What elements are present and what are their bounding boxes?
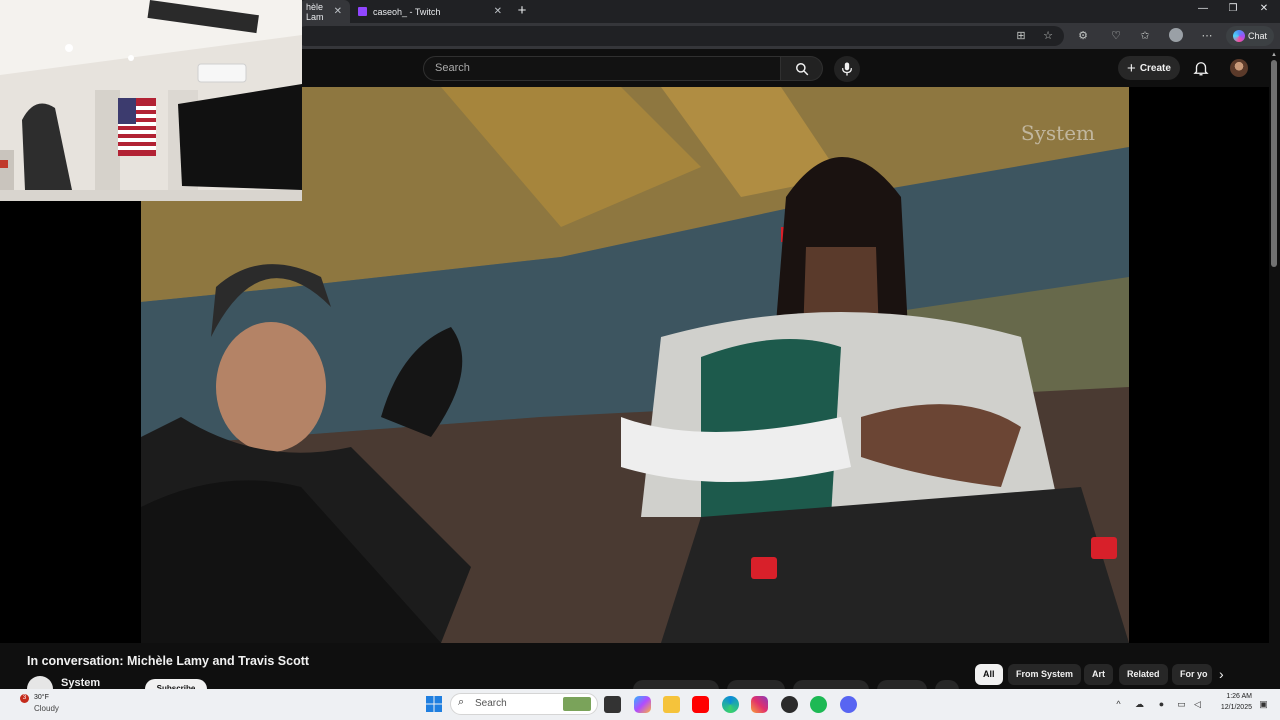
copilot-icon [1232,30,1245,42]
favorites-icon[interactable]: ✩ [1137,28,1153,44]
app-install-icon[interactable]: ⊞ [1013,28,1029,44]
page-scrollbar-thumb[interactable] [1271,60,1277,267]
search-input[interactable]: Search [423,56,781,81]
create-button[interactable]: + Create [1118,56,1180,80]
copilot-chat-button[interactable]: Chat [1226,26,1274,46]
plus-icon: + [1127,59,1136,77]
chip-art[interactable]: Art [1084,664,1113,685]
onedrive-icon[interactable]: ☁ [1134,699,1145,710]
profile-icon[interactable] [1168,28,1184,44]
address-bar[interactable] [296,26,1064,46]
weather-badge: 3 [20,694,29,703]
search-icon: ⌕ [458,696,465,708]
weather-desc: Cloudy [34,704,59,713]
create-label: Create [1139,62,1171,74]
close-icon[interactable]: ✕ [494,6,502,17]
window-close-button[interactable]: ✕ [1252,3,1276,14]
tab-youtube[interactable]: hèle Lam ✕ [300,0,350,23]
clock-date[interactable]: 12/1/2025 [1210,704,1252,711]
channel-name[interactable]: System [61,677,100,689]
youtube-app-icon[interactable] [692,696,709,713]
voice-search-button[interactable] [834,56,860,82]
search-highlight-icon [563,697,591,711]
show-hidden-icons-chevron[interactable]: ^ [1113,699,1124,710]
chat-label: Chat [1247,31,1267,41]
microphone-icon [841,62,853,76]
microphone-tray-icon[interactable]: ● [1156,699,1167,710]
tab-twitch[interactable]: caseoh_ - Twitch ✕ [352,0,510,23]
tab-label: caseoh_ - Twitch [373,6,441,17]
notifications-bell-icon[interactable] [1192,59,1210,77]
weather-temp: 30°F [34,694,49,701]
channel-watermark: System [1020,121,1095,145]
network-icon[interactable]: ▭ [1176,699,1187,710]
discord-icon[interactable] [840,696,857,713]
chip-all[interactable]: All [975,664,1003,685]
edge-browser-icon[interactable] [722,696,739,713]
clock-time[interactable]: 1:26 AM [1214,693,1252,700]
notification-center-icon[interactable]: ▣ [1258,699,1269,710]
tab-label: hèle Lam [306,1,324,22]
spotify-icon[interactable] [810,696,827,713]
browser-essentials-icon[interactable]: ♡ [1108,28,1124,44]
file-explorer-icon[interactable] [663,696,680,713]
instagram-icon[interactable] [751,696,768,713]
taskbar-search-box[interactable]: ⌕ Search [450,693,598,715]
account-avatar[interactable] [1230,59,1248,77]
volume-icon[interactable]: ◁ [1192,699,1203,710]
chip-related[interactable]: Related [1119,664,1168,685]
chrome-app-icon[interactable] [781,696,798,713]
minimize-button[interactable]: — [1191,3,1215,14]
webcam-room-illustration [0,0,302,201]
webcam-overlay [0,0,302,201]
chevron-right-icon[interactable]: › [1219,666,1224,682]
close-icon[interactable]: ✕ [334,6,342,17]
restore-button[interactable]: ❐ [1221,3,1245,14]
video-title: In conversation: Michèle Lamy and Travis… [27,654,310,668]
chip-from-system[interactable]: From System [1008,664,1082,685]
copilot-app-icon[interactable] [634,696,651,713]
windows-taskbar: 3 30°F Cloudy ⌕ Search ^ ☁ ● ▭ ◁ 1:26 AM… [0,689,1280,720]
favorite-star-icon[interactable]: ☆ [1040,28,1056,44]
task-view-icon[interactable] [604,696,621,713]
start-windows-icon[interactable] [426,696,442,712]
chip-for-you[interactable]: For yo [1172,664,1212,685]
weather-widget[interactable]: 3 [6,694,34,714]
extensions-icon[interactable]: ⚙ [1075,28,1091,44]
twitch-icon [358,7,367,16]
taskbar-search-label: Search [475,698,507,709]
scroll-up-arrow[interactable]: ▲ [1271,52,1277,58]
search-icon [795,62,808,75]
more-menu-icon[interactable]: ⋯ [1199,28,1215,44]
new-tab-button[interactable]: + [514,2,530,20]
search-button[interactable] [781,56,823,81]
